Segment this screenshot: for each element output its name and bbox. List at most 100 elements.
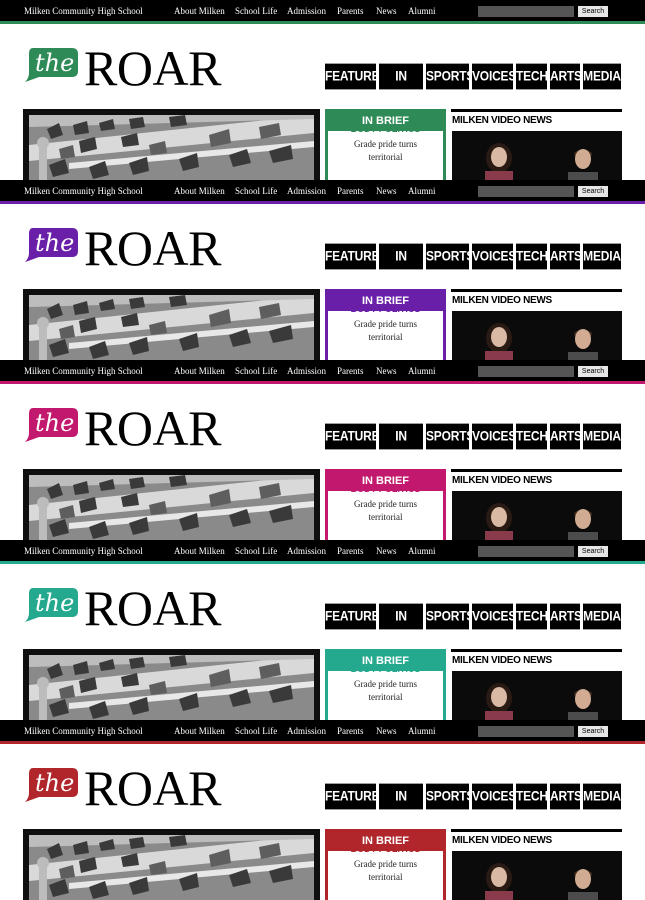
- video-thumbnail[interactable]: [452, 491, 622, 540]
- nav-media[interactable]: MEDIA: [583, 423, 621, 450]
- in-brief-article-title[interactable]: BODY POLITICS: [325, 844, 446, 854]
- nav-features[interactable]: FEATURES: [325, 603, 387, 630]
- nav-link-alumni[interactable]: Alumni: [408, 6, 436, 16]
- school-name-link[interactable]: Milken Community High School: [24, 546, 143, 556]
- nav-link-admission[interactable]: Admission: [287, 726, 326, 736]
- nav-link-parents[interactable]: Parents: [337, 6, 364, 16]
- video-news-title[interactable]: MILKEN VIDEO NEWS: [452, 655, 552, 666]
- nav-link-alumni[interactable]: Alumni: [408, 546, 436, 556]
- nav-link-school-life[interactable]: School Life: [235, 546, 277, 556]
- nav-voices[interactable]: VOICES: [472, 63, 516, 90]
- search-button[interactable]: Search: [578, 186, 608, 197]
- video-news-title[interactable]: MILKEN VIDEO NEWS: [452, 475, 552, 486]
- the-roar-logo[interactable]: the ROAR: [24, 564, 246, 635]
- the-roar-logo[interactable]: the ROAR: [24, 384, 246, 455]
- nav-link-about-milken[interactable]: About Milken: [174, 366, 225, 376]
- nav-arts[interactable]: ARTS: [550, 423, 582, 450]
- nav-voices[interactable]: VOICES: [472, 243, 516, 270]
- video-news-title[interactable]: MILKEN VIDEO NEWS: [452, 115, 552, 126]
- featured-photo[interactable]: [29, 475, 314, 540]
- nav-link-admission[interactable]: Admission: [287, 366, 326, 376]
- nav-media[interactable]: MEDIA: [583, 603, 621, 630]
- nav-arts[interactable]: ARTS: [550, 603, 582, 630]
- featured-photo[interactable]: [29, 115, 314, 180]
- video-news-title[interactable]: MILKEN VIDEO NEWS: [452, 295, 552, 306]
- nav-sports[interactable]: SPORTS: [426, 63, 474, 90]
- nav-link-school-life[interactable]: School Life: [235, 186, 277, 196]
- nav-link-school-life[interactable]: School Life: [235, 6, 277, 16]
- nav-voices[interactable]: VOICES: [472, 783, 516, 810]
- nav-sports[interactable]: SPORTS: [426, 603, 474, 630]
- nav-media[interactable]: MEDIA: [583, 783, 621, 810]
- school-name-link[interactable]: Milken Community High School: [24, 186, 143, 196]
- nav-link-about-milken[interactable]: About Milken: [174, 546, 225, 556]
- nav-link-news[interactable]: News: [376, 6, 397, 16]
- video-thumbnail[interactable]: [452, 851, 622, 900]
- nav-in-brief[interactable]: IN BRIEF: [379, 243, 423, 290]
- in-brief-article-title[interactable]: BODY POLITICS: [325, 124, 446, 134]
- nav-in-brief[interactable]: IN BRIEF: [379, 63, 423, 110]
- nav-link-school-life[interactable]: School Life: [235, 366, 277, 376]
- featured-photo[interactable]: [29, 295, 314, 360]
- nav-link-parents[interactable]: Parents: [337, 366, 364, 376]
- nav-arts[interactable]: ARTS: [550, 783, 582, 810]
- school-name-link[interactable]: Milken Community High School: [24, 6, 143, 16]
- nav-features[interactable]: FEATURES: [325, 63, 387, 90]
- nav-link-news[interactable]: News: [376, 186, 397, 196]
- the-roar-logo[interactable]: the ROAR: [24, 204, 246, 275]
- nav-tech[interactable]: TECH: [516, 603, 548, 630]
- nav-sports[interactable]: SPORTS: [426, 423, 474, 450]
- nav-link-alumni[interactable]: Alumni: [408, 186, 436, 196]
- nav-tech[interactable]: TECH: [516, 243, 548, 270]
- nav-link-school-life[interactable]: School Life: [235, 726, 277, 736]
- nav-link-admission[interactable]: Admission: [287, 6, 326, 16]
- in-brief-article-title[interactable]: BODY POLITICS: [325, 484, 446, 494]
- nav-link-alumni[interactable]: Alumni: [408, 366, 436, 376]
- search-input[interactable]: [478, 366, 574, 377]
- nav-in-brief[interactable]: IN BRIEF: [379, 423, 423, 470]
- the-roar-logo[interactable]: the ROAR: [24, 744, 246, 815]
- nav-in-brief[interactable]: IN BRIEF: [379, 783, 423, 830]
- nav-link-about-milken[interactable]: About Milken: [174, 186, 225, 196]
- nav-sports[interactable]: SPORTS: [426, 783, 474, 810]
- nav-voices[interactable]: VOICES: [472, 603, 516, 630]
- nav-arts[interactable]: ARTS: [550, 63, 582, 90]
- nav-tech[interactable]: TECH: [516, 63, 548, 90]
- search-button[interactable]: Search: [578, 726, 608, 737]
- nav-link-parents[interactable]: Parents: [337, 726, 364, 736]
- nav-sports[interactable]: SPORTS: [426, 243, 474, 270]
- school-name-link[interactable]: Milken Community High School: [24, 366, 143, 376]
- the-roar-logo[interactable]: the ROAR: [24, 24, 246, 95]
- video-thumbnail[interactable]: [452, 131, 622, 180]
- in-brief-article-title[interactable]: BODY POLITICS: [325, 664, 446, 674]
- nav-link-news[interactable]: News: [376, 726, 397, 736]
- search-input[interactable]: [478, 726, 574, 737]
- nav-link-about-milken[interactable]: About Milken: [174, 726, 225, 736]
- nav-tech[interactable]: TECH: [516, 423, 548, 450]
- nav-voices[interactable]: VOICES: [472, 423, 516, 450]
- nav-link-about-milken[interactable]: About Milken: [174, 6, 225, 16]
- nav-features[interactable]: FEATURES: [325, 243, 387, 270]
- search-input[interactable]: [478, 546, 574, 557]
- search-button[interactable]: Search: [578, 546, 608, 557]
- nav-media[interactable]: MEDIA: [583, 63, 621, 90]
- nav-link-news[interactable]: News: [376, 546, 397, 556]
- search-button[interactable]: Search: [578, 366, 608, 377]
- nav-media[interactable]: MEDIA: [583, 243, 621, 270]
- nav-link-alumni[interactable]: Alumni: [408, 726, 436, 736]
- nav-features[interactable]: FEATURES: [325, 783, 387, 810]
- in-brief-article-title[interactable]: BODY POLITICS: [325, 304, 446, 314]
- search-input[interactable]: [478, 186, 574, 197]
- nav-link-news[interactable]: News: [376, 366, 397, 376]
- search-button[interactable]: Search: [578, 6, 608, 17]
- nav-features[interactable]: FEATURES: [325, 423, 387, 450]
- nav-in-brief[interactable]: IN BRIEF: [379, 603, 423, 650]
- nav-tech[interactable]: TECH: [516, 783, 548, 810]
- nav-link-admission[interactable]: Admission: [287, 546, 326, 556]
- nav-arts[interactable]: ARTS: [550, 243, 582, 270]
- search-input[interactable]: [478, 6, 574, 17]
- featured-photo[interactable]: [29, 655, 314, 720]
- nav-link-parents[interactable]: Parents: [337, 186, 364, 196]
- nav-link-parents[interactable]: Parents: [337, 546, 364, 556]
- video-thumbnail[interactable]: [452, 671, 622, 720]
